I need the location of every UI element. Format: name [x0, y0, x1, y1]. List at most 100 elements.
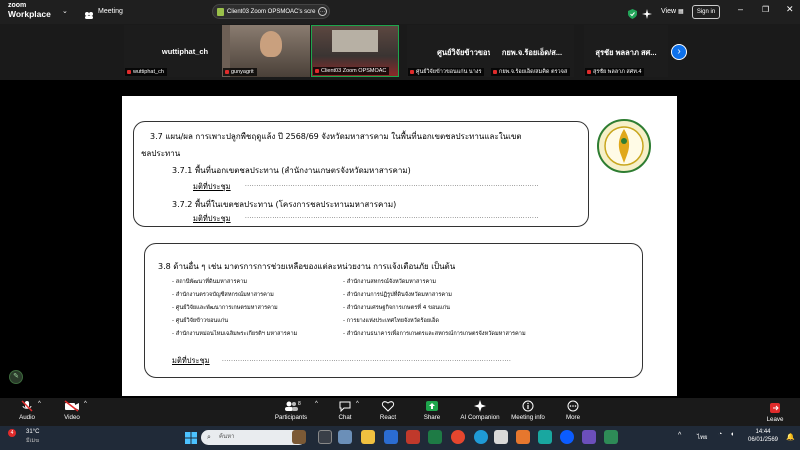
- brand-bottom: Workplace: [8, 9, 51, 19]
- task-view-icon[interactable]: [318, 430, 332, 444]
- language-indicator[interactable]: ไทย: [697, 432, 708, 442]
- ai-companion-label: AI Companion: [460, 414, 500, 421]
- share-label: Share: [423, 414, 441, 421]
- dotted-line: ........................................…: [245, 214, 539, 220]
- resolution-label: มติที่ประชุม: [193, 214, 231, 223]
- system-clock[interactable]: 14:44 06/01/2569: [746, 428, 780, 444]
- chevron-up-icon[interactable]: ^: [315, 401, 318, 407]
- app-icon[interactable]: [604, 430, 618, 444]
- zoom-app-icon[interactable]: [560, 430, 574, 444]
- windows-start-icon[interactable]: [185, 431, 197, 449]
- chat-icon: [339, 401, 351, 412]
- list-item: - สำนักงานการปฏิรูปที่ดินจังหวัดมหาสารคา…: [343, 292, 452, 298]
- meeting-icon: [84, 7, 94, 25]
- clock-date: 06/01/2569: [747, 437, 779, 443]
- agency-list-left: - สถานีพัฒนาที่ดินมหาสารคาม - สำนักงานตร…: [172, 278, 297, 343]
- wifi-icon[interactable]: ◔: [718, 431, 722, 438]
- widgets-icon[interactable]: [338, 430, 352, 444]
- close-icon[interactable]: ✕: [786, 4, 794, 15]
- file-explorer-icon[interactable]: [361, 430, 375, 444]
- view-grid-icon[interactable]: ▦: [678, 8, 684, 15]
- clock-time: 14:44: [755, 429, 771, 435]
- tray-chevron-icon[interactable]: ^: [678, 432, 681, 439]
- app-icon[interactable]: [538, 430, 552, 444]
- presentation-screen: [332, 30, 378, 52]
- subsection-item: 3.7.2 พื้นที่ในเขตชลประทาน (โครงการชลประ…: [172, 200, 397, 209]
- search-highlight-icon: [292, 430, 306, 444]
- more-dots-icon: [567, 400, 579, 412]
- participant-label: wuttiphat_ch: [125, 68, 167, 76]
- chevron-down-icon[interactable]: ⌄: [62, 7, 68, 15]
- acrobat-icon[interactable]: [406, 430, 420, 444]
- sign-in-button[interactable]: Sign in: [692, 5, 720, 19]
- section-heading: 3.8 ด้านอื่น ๆ เช่น มาตรการการช่วยเหลือข…: [158, 262, 456, 271]
- volume-icon[interactable]: ◖: [730, 431, 734, 438]
- weather-temp: 31°C: [26, 429, 40, 435]
- weather-desc: มีเมฆ: [26, 438, 40, 444]
- participants-count: 8: [298, 401, 301, 407]
- agency-list-right: - สำนักงานสหกรณ์จังหวัดมหาสารคาม - สำนัก…: [343, 278, 526, 343]
- more-label: More: [565, 414, 581, 421]
- view-menu[interactable]: View: [661, 8, 676, 15]
- shield-check-icon[interactable]: [628, 6, 637, 24]
- more-icon[interactable]: ···: [318, 7, 327, 16]
- participant-tile[interactable]: สุรชัย พลลาภ สศ... สุรชัย พลลาภ สศท.4: [584, 25, 668, 77]
- participant-label: กยพ.จ.ร้อยเอ็ด/สมคิด ตรวจส: [491, 68, 571, 76]
- tab-label: Client03 Zoom OPSMOAC's scre: [227, 9, 316, 15]
- list-item: - สำนักงานธนาคารเพื่อการเกษตรและสหกรณ์กา…: [343, 331, 526, 337]
- chat-label: Chat: [338, 414, 352, 421]
- share-button[interactable]: Share: [407, 400, 457, 421]
- edge-icon[interactable]: [474, 430, 488, 444]
- meeting-tab[interactable]: Meeting: [98, 8, 123, 15]
- meeting-info-label: Meeting info: [511, 414, 545, 421]
- search-placeholder: ค้นหา: [219, 434, 235, 440]
- notification-bell-icon[interactable]: 🔔: [786, 433, 795, 441]
- app-icon[interactable]: [494, 430, 508, 444]
- screen-share-tab[interactable]: Client03 Zoom OPSMOAC's scre ···: [212, 4, 330, 19]
- leave-button[interactable]: Leave: [761, 402, 789, 423]
- mic-muted-icon: [21, 400, 33, 412]
- react-label: React: [379, 414, 397, 421]
- participant-tile[interactable]: กยพ.จ.ร้อยเอ็ด/ส... กยพ.จ.ร้อยเอ็ด/สมคิด…: [490, 25, 574, 77]
- sparkle-icon[interactable]: [642, 6, 652, 24]
- annotate-icon[interactable]: ✎: [9, 370, 23, 384]
- more-button[interactable]: More: [548, 400, 598, 421]
- resolution-label: มติที่ประชุม: [193, 182, 231, 191]
- react-heart-icon: [381, 401, 395, 412]
- video-label: Video: [64, 414, 80, 421]
- react-button[interactable]: React: [363, 400, 413, 421]
- list-item: - สถานีพัฒนาที่ดินมหาสารคาม: [172, 279, 248, 285]
- audio-button[interactable]: Audio: [2, 400, 52, 421]
- word-icon[interactable]: [384, 430, 398, 444]
- chevron-right-icon: ›: [677, 46, 681, 57]
- chevron-up-icon[interactable]: ^: [356, 401, 359, 407]
- emblem-logo: [597, 119, 651, 173]
- leave-icon: [770, 403, 780, 413]
- list-item: - สำนักงานหม่อนไหมเฉลิมพระเกียรติฯ มหาสา…: [172, 331, 298, 337]
- info-icon: [522, 400, 534, 412]
- dotted-line: ........................................…: [245, 182, 539, 188]
- participants-button[interactable]: Participants: [266, 400, 316, 421]
- leave-label: Leave: [766, 416, 784, 423]
- app-icon[interactable]: [582, 430, 596, 444]
- chrome-icon[interactable]: [451, 430, 465, 444]
- next-page-button[interactable]: ›: [671, 44, 687, 60]
- video-button[interactable]: Video: [47, 400, 97, 421]
- ai-companion-button[interactable]: AI Companion: [455, 400, 505, 421]
- taskbar-search[interactable]: ⌕ ค้นหา: [201, 430, 306, 445]
- chevron-up-icon[interactable]: ^: [38, 401, 41, 407]
- participants-label: Participants: [274, 414, 308, 421]
- participant-tile-video[interactable]: gunyagrit: [222, 25, 310, 77]
- resolution-label: มติที่ประชุม: [172, 356, 210, 365]
- meeting-info-button[interactable]: Meeting info: [503, 400, 553, 421]
- powerpoint-icon[interactable]: [516, 430, 530, 444]
- ai-sparkle-icon: [474, 400, 486, 412]
- maximize-icon[interactable]: ❐: [762, 5, 769, 14]
- minimize-icon[interactable]: –: [738, 4, 743, 14]
- excel-icon[interactable]: [428, 430, 442, 444]
- weather-badge: 4: [8, 429, 16, 437]
- list-item: - ศูนย์วิจัยข้าวขอนแก่น: [172, 318, 229, 324]
- chevron-up-icon[interactable]: ^: [84, 401, 87, 407]
- list-item: - ศูนย์วิจัยและพัฒนาการเกษตรมหาสารคาม: [172, 305, 278, 311]
- participant-tile-active[interactable]: Client03 Zoom OPSMOAC: [311, 25, 399, 77]
